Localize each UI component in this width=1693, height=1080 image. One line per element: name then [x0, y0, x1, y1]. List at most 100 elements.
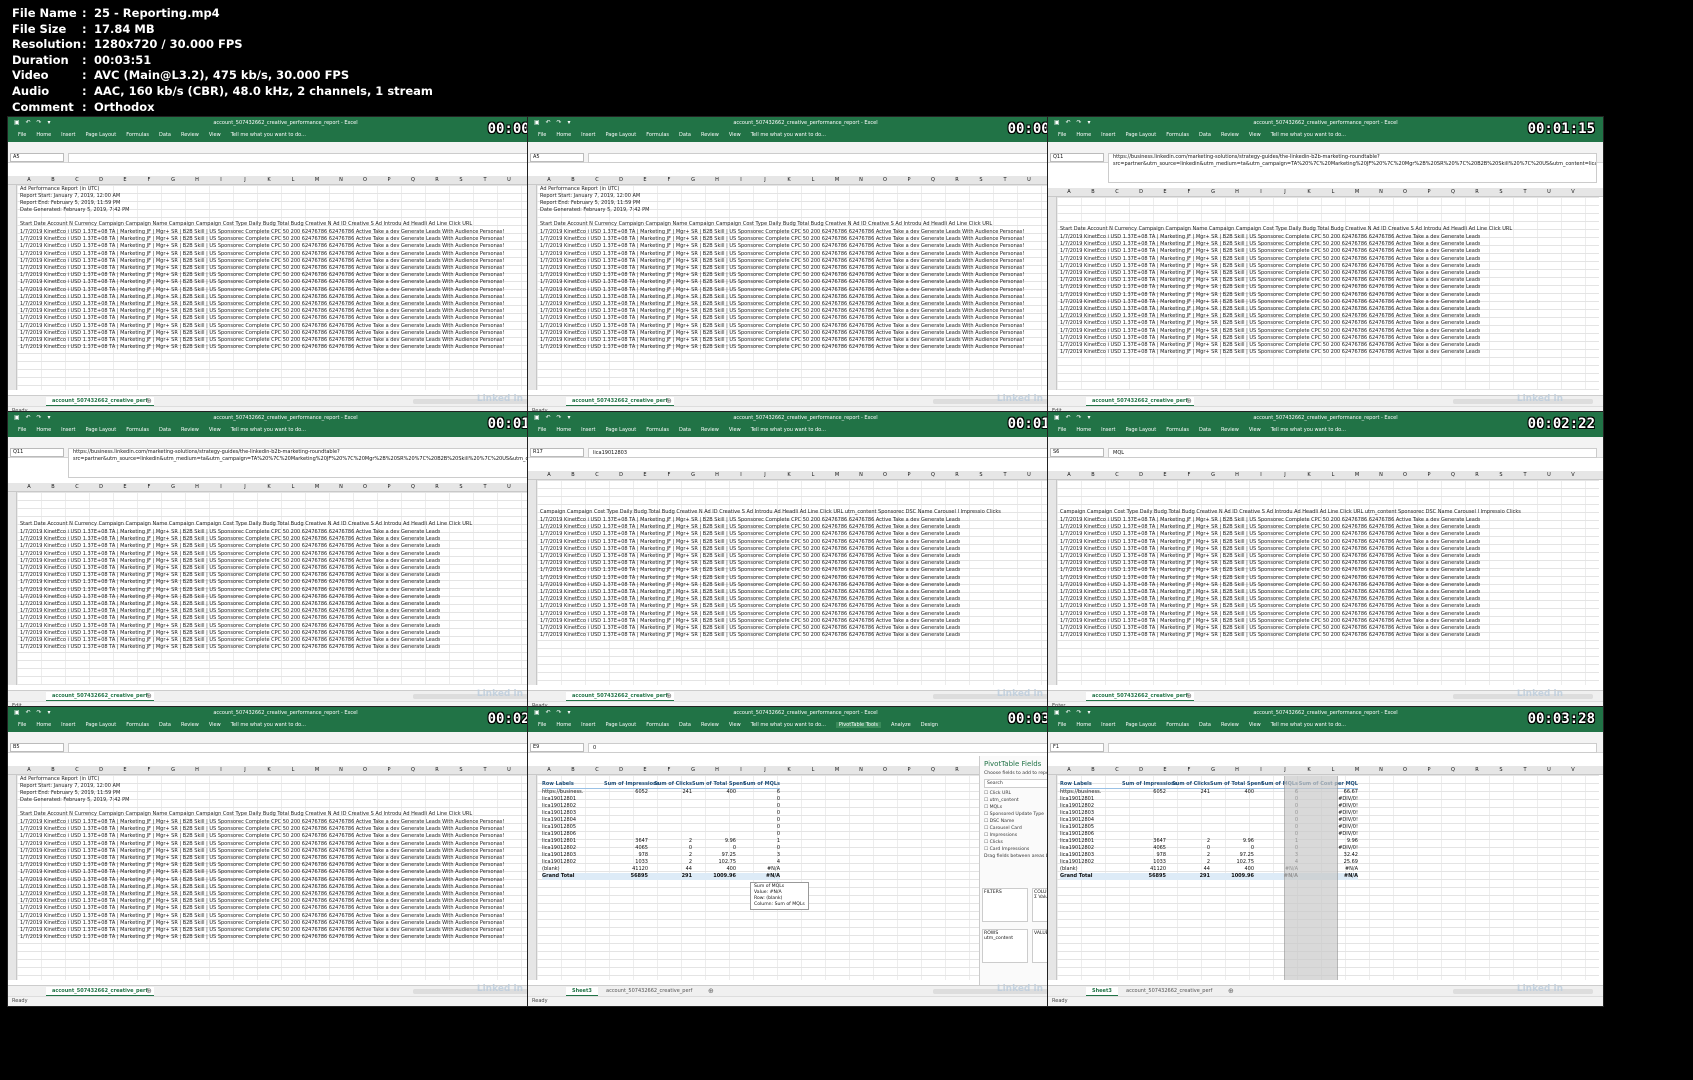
column-letter[interactable]: T	[993, 471, 1017, 479]
column-letter[interactable]: T	[473, 766, 497, 774]
column-letter[interactable]: U	[1017, 176, 1041, 184]
column-letter[interactable]: E	[113, 176, 137, 184]
column-letter[interactable]: G	[681, 176, 705, 184]
column-letter[interactable]: Q	[401, 766, 425, 774]
name-box[interactable]: E9	[530, 743, 584, 752]
column-letter[interactable]: B	[41, 483, 65, 491]
column-letter[interactable]: O	[353, 176, 377, 184]
formula-bar[interactable]	[68, 743, 557, 753]
column-letter[interactable]: F	[1177, 188, 1201, 196]
column-letter[interactable]: S	[1489, 188, 1513, 196]
quick-access-icons[interactable]: ▣ ↶ ↷ ▾	[534, 412, 572, 424]
add-sheet-icon[interactable]: ⊕	[1186, 397, 1192, 405]
name-box[interactable]: B5	[10, 743, 64, 752]
ribbon-tab[interactable]: View	[209, 132, 221, 138]
ribbon-tab[interactable]: Data	[1199, 427, 1211, 433]
pivot-cell[interactable]: lica19012801	[1060, 838, 1122, 845]
formula-bar[interactable]	[1108, 743, 1597, 753]
column-letter[interactable]: N	[329, 483, 353, 491]
pivot-cell[interactable]	[1122, 803, 1166, 810]
column-letter[interactable]: R	[1465, 188, 1489, 196]
pivot-cell[interactable]: #N/A	[736, 866, 780, 873]
column-letter[interactable]: B	[41, 766, 65, 774]
column-letter[interactable]: P	[377, 483, 401, 491]
ribbon-tab[interactable]: Page Layout	[85, 427, 116, 433]
column-letter[interactable]: P	[897, 766, 921, 774]
column-letter[interactable]: J	[233, 176, 257, 184]
ribbon-tab[interactable]: Insert	[61, 722, 75, 728]
column-letter[interactable]: K	[257, 766, 281, 774]
pivot-cell[interactable]: 2	[1166, 852, 1210, 859]
pivot-cell[interactable]	[692, 817, 736, 824]
ribbon-tab[interactable]: Tell me what you want to do...	[231, 722, 306, 728]
pivot-cell[interactable]: 2	[648, 838, 692, 845]
column-letter[interactable]: E	[1153, 471, 1177, 479]
pivot-cell[interactable]: 400	[692, 789, 736, 796]
column-letter[interactable]: R	[945, 766, 969, 774]
ribbon-tab[interactable]: Data	[159, 722, 171, 728]
pivot-total-cell[interactable]: 291	[648, 873, 692, 880]
column-letter[interactable]: C	[1105, 471, 1129, 479]
ribbon-tab[interactable]: View	[729, 132, 741, 138]
column-letter[interactable]: D	[1129, 471, 1153, 479]
column-letter[interactable]: M	[305, 766, 329, 774]
column-letter[interactable]: H	[705, 766, 729, 774]
pivot-header[interactable]: Sum of Total Spent	[692, 781, 745, 788]
column-letter[interactable]: L	[801, 176, 825, 184]
pivot-cell[interactable]: 6052	[604, 789, 648, 796]
formula-bar[interactable]: 0	[588, 743, 1077, 753]
ribbon-tab[interactable]: File	[1058, 132, 1066, 138]
pivot-cell[interactable]: lica19012803	[542, 852, 604, 859]
column-letter[interactable]: K	[777, 176, 801, 184]
quick-access-icons[interactable]: ▣ ↶ ↷ ▾	[14, 707, 52, 719]
column-letter[interactable]: G	[161, 483, 185, 491]
ribbon-tab[interactable]: Home	[556, 722, 571, 728]
name-box[interactable]: F1	[1050, 743, 1104, 752]
column-letter[interactable]: T	[1513, 188, 1537, 196]
pivot-total-cell[interactable]: #N/A	[736, 873, 780, 880]
pivot-cell[interactable]	[1210, 796, 1254, 803]
column-letter[interactable]: C	[65, 176, 89, 184]
pivot-cell[interactable]: 241	[1166, 789, 1210, 796]
column-letter[interactable]: B	[1081, 766, 1105, 774]
column-letter[interactable]: S	[1489, 471, 1513, 479]
column-letter[interactable]: B	[561, 176, 585, 184]
pivot-cell[interactable]: 41120	[1122, 866, 1166, 873]
pivot-cell[interactable]: https://business.	[1060, 789, 1122, 796]
pivot-header[interactable]: Sum of Clicks	[1166, 781, 1210, 788]
column-letter[interactable]: E	[633, 176, 657, 184]
pivot-cell[interactable]: 0	[736, 845, 780, 852]
column-letter[interactable]: M	[1345, 188, 1369, 196]
quick-access-icons[interactable]: ▣ ↶ ↷ ▾	[1054, 117, 1092, 129]
pivot-cell[interactable]	[1166, 810, 1210, 817]
pivot-cell[interactable]	[692, 803, 736, 810]
column-letter[interactable]: S	[449, 766, 473, 774]
pivot-cell[interactable]: lica19012806	[1060, 831, 1122, 838]
pivot-header[interactable]: Row Labels	[1060, 781, 1122, 788]
column-letter[interactable]: P	[1417, 766, 1441, 774]
column-letter[interactable]: S	[969, 176, 993, 184]
pivot-cell[interactable]	[1210, 817, 1254, 824]
pivot-cell[interactable]: lica19012801	[542, 838, 604, 845]
column-letter[interactable]: S	[969, 471, 993, 479]
ribbon-tab[interactable]: Tell me what you want to do...	[1271, 722, 1346, 728]
column-letter[interactable]: I	[1249, 766, 1273, 774]
column-letter[interactable]: R	[945, 176, 969, 184]
ribbon-tab[interactable]: View	[729, 722, 741, 728]
pivot-cell[interactable]: lica19012802	[542, 803, 604, 810]
ribbon-tab[interactable]: File	[18, 132, 26, 138]
pivot-header[interactable]: Sum of Impressions	[1122, 781, 1178, 788]
pivot-cell[interactable]: (blank)	[1060, 866, 1122, 873]
pivot-cell[interactable]: lica19012803	[1060, 852, 1122, 859]
pivot-cell[interactable]: 41120	[604, 866, 648, 873]
column-letter[interactable]: H	[1225, 766, 1249, 774]
add-sheet-icon[interactable]: ⊕	[146, 987, 152, 995]
quick-access-icons[interactable]: ▣ ↶ ↷ ▾	[14, 412, 52, 424]
pivot-cell[interactable]: 44	[1166, 866, 1210, 873]
add-sheet-icon[interactable]: ⊕	[666, 397, 672, 405]
column-letter[interactable]: P	[897, 176, 921, 184]
ribbon-tab[interactable]: Formulas	[1166, 132, 1189, 138]
pivot-cell[interactable]	[1210, 803, 1254, 810]
column-letter[interactable]: F	[657, 471, 681, 479]
column-letter[interactable]: L	[281, 766, 305, 774]
